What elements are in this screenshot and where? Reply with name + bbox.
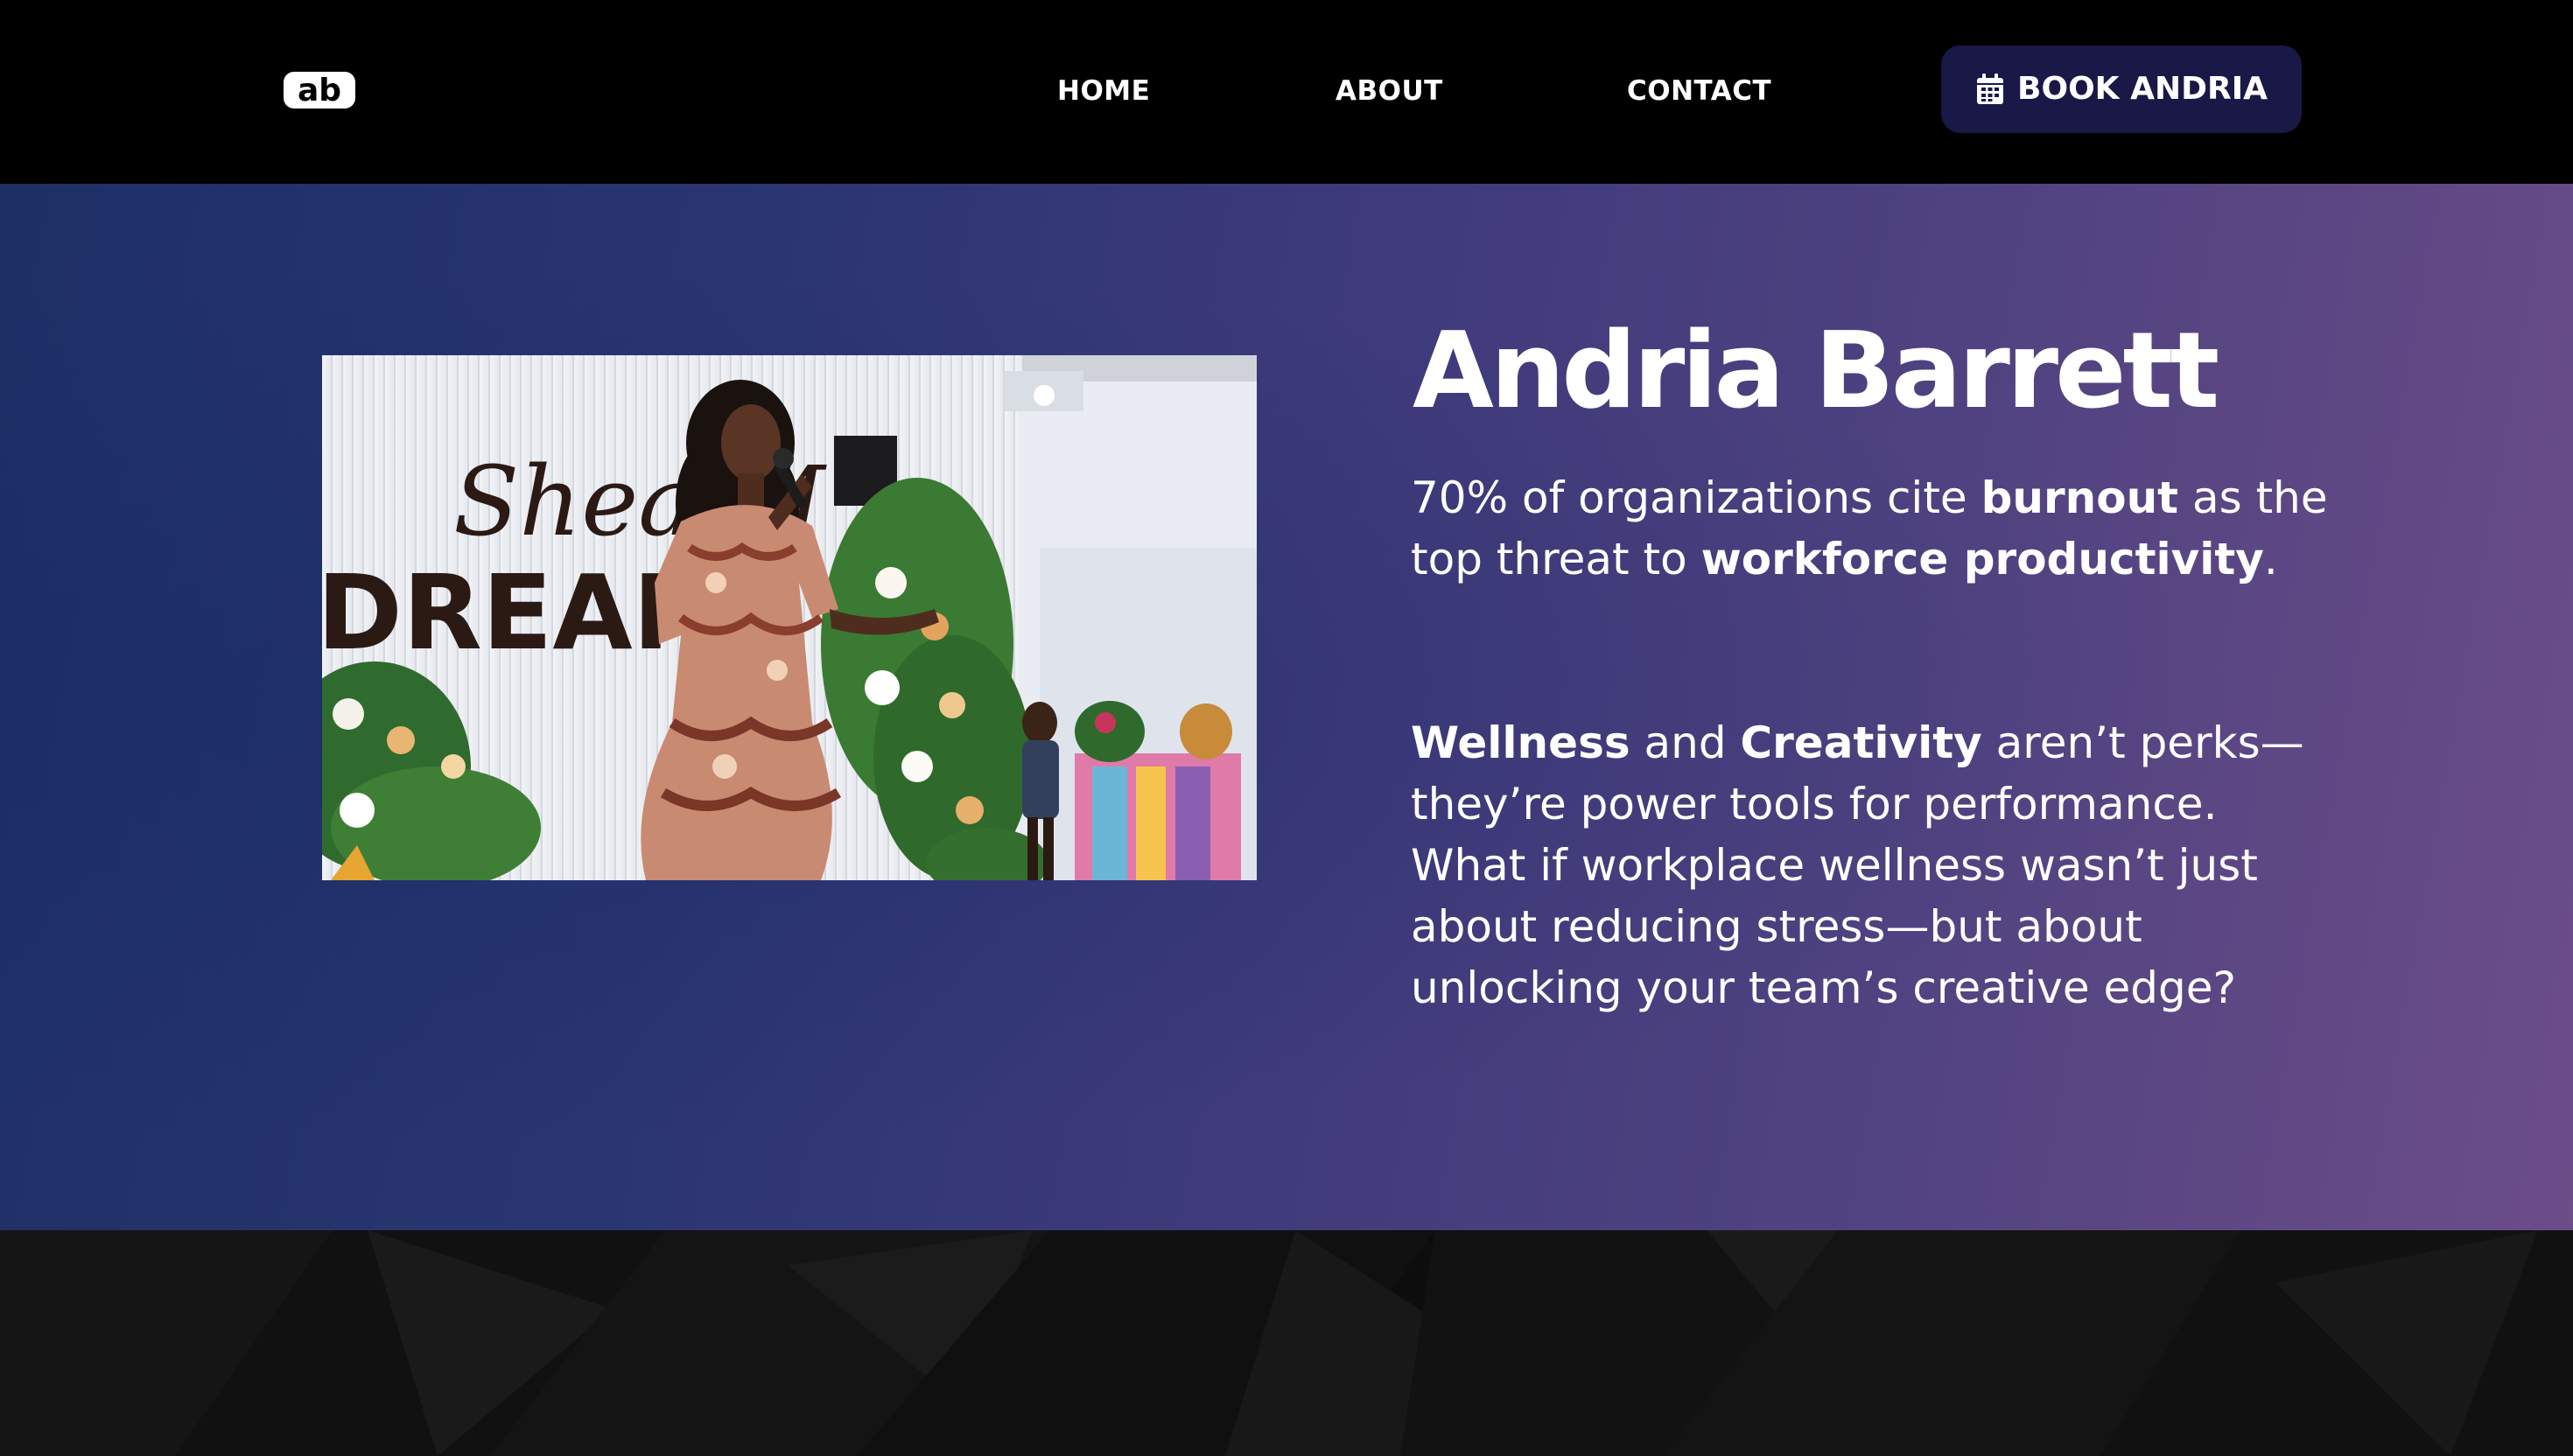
- dark-pattern-band: [0, 1230, 2573, 1456]
- hero-paragraph-burnout: 70% of organizations cite burnout as the…: [1411, 472, 2328, 584]
- logo-icon[interactable]: ab: [282, 68, 357, 112]
- calendar-icon: [1977, 74, 2004, 104]
- nav-home[interactable]: HOME: [1057, 74, 1150, 108]
- svg-text:ab: ab: [298, 73, 341, 108]
- site-header: ab HOME ABOUT CONTACT BOOK ANDRIA: [0, 0, 2573, 184]
- book-andria-label: BOOK ANDRIA: [2017, 71, 2268, 107]
- book-andria-button[interactable]: BOOK ANDRIA: [1941, 46, 2302, 133]
- hero-section: Shea M DREAM Andria Barrett 70% of organ…: [0, 184, 2573, 1230]
- hero-title: Andria Barrett: [1413, 311, 2219, 433]
- nav-contact[interactable]: CONTACT: [1627, 74, 1771, 108]
- nav-about[interactable]: ABOUT: [1336, 74, 1443, 108]
- hero-paragraph-wellness: Wellness and Creativity aren’t perks—the…: [1411, 718, 2304, 1013]
- speaker-photo: Shea M DREAM: [322, 355, 1257, 880]
- page: ab HOME ABOUT CONTACT BOOK ANDRIA Shea M…: [0, 0, 2573, 1456]
